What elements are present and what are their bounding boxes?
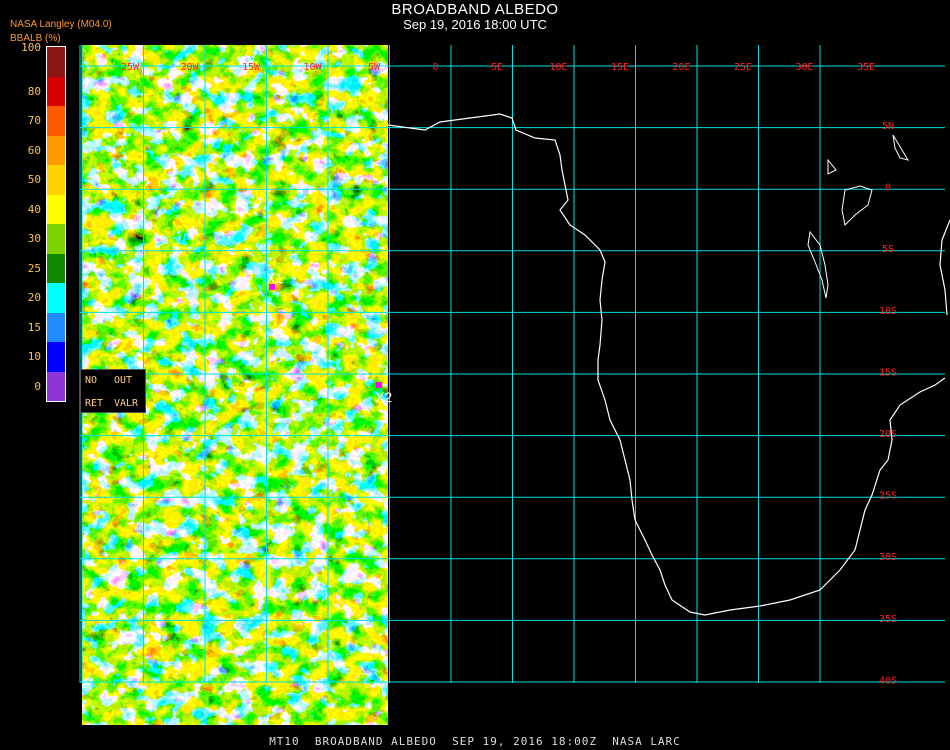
- latitude-label: 5N: [882, 121, 894, 132]
- legend-tick: 70: [27, 114, 41, 127]
- longitude-label: 30E: [795, 62, 813, 73]
- longitude-label: 5E: [491, 62, 503, 73]
- legend-tick: 10: [27, 350, 41, 363]
- latitude-label: 5S: [882, 244, 894, 255]
- legend-tick: 100: [21, 41, 41, 54]
- latitude-label: 20S: [879, 429, 897, 440]
- longitude-label: 25W: [121, 62, 140, 73]
- status-out: OUT: [114, 375, 133, 386]
- legend-tick: 80: [27, 84, 41, 98]
- legend-tick: 0: [34, 379, 41, 393]
- status-box: NO OUT RET VALR: [80, 369, 146, 413]
- longitude-label: 25E: [734, 62, 752, 73]
- longitude-label: 35E: [857, 62, 875, 73]
- legend-tick: 25: [27, 261, 41, 275]
- longitude-label: 10W: [303, 62, 322, 73]
- status-no: NO: [85, 375, 98, 386]
- longitude-label: 5W: [368, 62, 381, 73]
- legend-tick: 15: [27, 320, 41, 334]
- status-valr: VALR: [114, 398, 139, 409]
- longitude-label: 15E: [611, 62, 629, 73]
- legend-tick: 60: [27, 143, 41, 157]
- longitude-label: 15W: [242, 62, 261, 73]
- longitude-label: 20E: [672, 62, 690, 73]
- latitude-label: 25S: [879, 491, 897, 502]
- marker-point: [376, 382, 382, 388]
- legend-tick: 30: [27, 232, 41, 245]
- legend-frame: [46, 46, 66, 402]
- marker-label: X2: [375, 389, 392, 405]
- legend-tick: 40: [27, 202, 41, 216]
- latitude-label: 35S: [879, 614, 897, 625]
- marker-label: X1: [266, 270, 283, 286]
- longitude-label: 20W: [180, 62, 199, 73]
- longitude-label: 0: [432, 62, 438, 73]
- status-ret: RET: [85, 398, 104, 409]
- latitude-label: 10S: [879, 306, 897, 317]
- footer-caption: MT10 BROADBAND ALBEDO SEP 19, 2016 18:00…: [269, 735, 681, 748]
- legend-tick: 50: [27, 173, 41, 186]
- latitude-label: 15S: [879, 367, 897, 378]
- latitude-labels: 5N 0 5S 10S 15S 20S 25S 30S 35S 40S: [879, 121, 897, 686]
- latitude-label: 40S: [879, 675, 897, 686]
- latitude-label: 0: [885, 183, 891, 194]
- longitude-label: 10E: [549, 62, 567, 73]
- latitude-label: 30S: [879, 552, 897, 563]
- legend-tick: 20: [27, 291, 41, 304]
